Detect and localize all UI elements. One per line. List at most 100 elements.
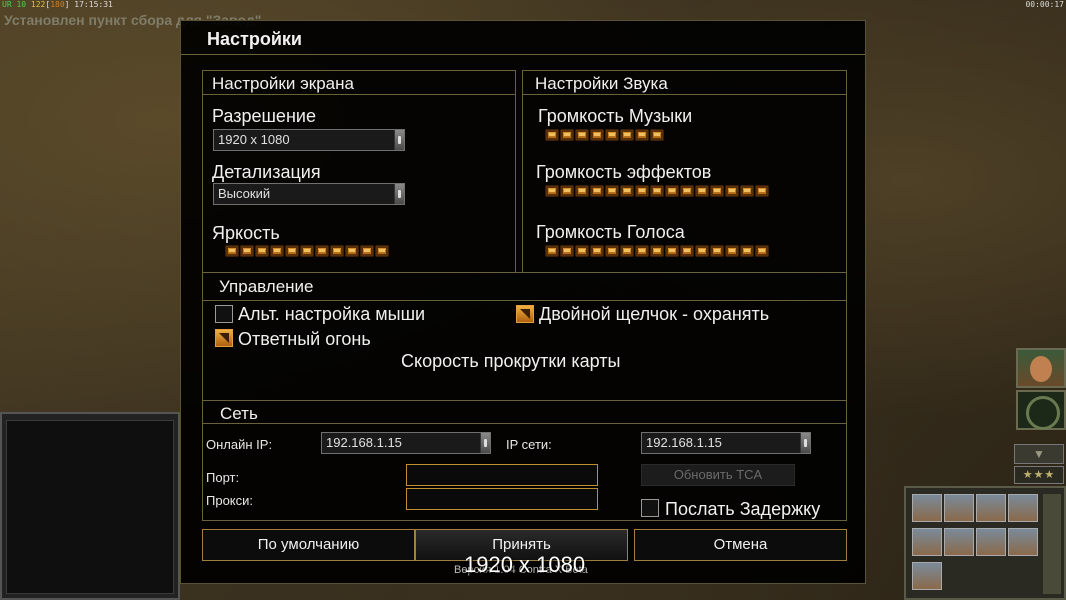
slider-segment[interactable] (545, 185, 559, 197)
slider-segment[interactable] (575, 245, 589, 257)
voice-volume-slider[interactable] (545, 245, 769, 259)
slider-segment[interactable] (635, 245, 649, 257)
slider-segment[interactable] (360, 245, 374, 257)
send-delay-checkbox[interactable] (641, 499, 659, 517)
slider-segment[interactable] (315, 245, 329, 257)
slider-segment[interactable] (345, 245, 359, 257)
unit-portrait[interactable] (944, 494, 974, 522)
slider-segment[interactable] (225, 245, 239, 257)
slider-segment[interactable] (725, 185, 739, 197)
unit-portrait[interactable] (912, 562, 942, 590)
slider-segment[interactable] (605, 185, 619, 197)
unit-portrait[interactable] (976, 528, 1006, 556)
slider-segment[interactable] (710, 245, 724, 257)
double-click-guard-checkbox[interactable] (516, 305, 534, 323)
unit-portrait[interactable] (976, 494, 1006, 522)
slider-segment[interactable] (590, 245, 604, 257)
slider-segment[interactable] (620, 245, 634, 257)
slider-segment[interactable] (665, 245, 679, 257)
radar-button[interactable] (1016, 390, 1066, 430)
divider (523, 94, 846, 95)
lan-ip-value: 192.168.1.15 (646, 435, 722, 450)
slider-segment[interactable] (710, 185, 724, 197)
game-clock: 00:00:17 (1025, 0, 1064, 9)
general-portrait[interactable] (1016, 348, 1066, 388)
slider-segment[interactable] (560, 245, 574, 257)
slider-segment[interactable] (635, 129, 649, 141)
slider-segment[interactable] (285, 245, 299, 257)
slider-segment[interactable] (650, 245, 664, 257)
slider-segment[interactable] (740, 245, 754, 257)
brightness-slider[interactable] (225, 245, 389, 259)
resolution-overlay: 1920 x 1080 (464, 552, 586, 577)
slider-segment[interactable] (545, 129, 559, 141)
unit-portrait[interactable] (912, 528, 942, 556)
slider-segment[interactable] (755, 245, 769, 257)
slider-segment[interactable] (270, 245, 284, 257)
defaults-button[interactable]: По умолчанию (202, 529, 415, 561)
effects-volume-slider[interactable] (545, 185, 769, 199)
detail-select[interactable]: Высокий (213, 183, 405, 205)
slider-segment[interactable] (740, 185, 754, 197)
alt-mouse-checkbox[interactable] (215, 305, 233, 323)
slider-segment[interactable] (330, 245, 344, 257)
slider-segment[interactable] (575, 129, 589, 141)
slider-segment[interactable] (635, 185, 649, 197)
slider-segment[interactable] (300, 245, 314, 257)
divider (203, 423, 846, 424)
unit-portrait[interactable] (1008, 494, 1038, 522)
slider-segment[interactable] (575, 185, 589, 197)
online-ip-select[interactable]: 192.168.1.15 (321, 432, 491, 454)
slider-segment[interactable] (695, 185, 709, 197)
slider-segment[interactable] (650, 129, 664, 141)
scroll-arrow-icon[interactable] (480, 433, 490, 453)
top-status-bar: UR 10 122[180] 17:15:31 00:00:17 (0, 0, 1066, 10)
slider-segment[interactable] (650, 185, 664, 197)
rank-stars: ★★★ (1014, 466, 1064, 484)
system-time: 17:15:31 (74, 0, 113, 9)
slider-segment[interactable] (620, 185, 634, 197)
unit-selection-panel[interactable] (904, 486, 1066, 600)
slider-segment[interactable] (375, 245, 389, 257)
slider-segment[interactable] (620, 129, 634, 141)
slider-segment[interactable] (605, 129, 619, 141)
brightness-label: Яркость (212, 223, 280, 243)
lan-ip-select[interactable]: 192.168.1.15 (641, 432, 811, 454)
slider-segment[interactable] (665, 185, 679, 197)
scroll-arrow-icon[interactable] (394, 184, 404, 204)
slider-segment[interactable] (240, 245, 254, 257)
slider-segment[interactable] (680, 185, 694, 197)
online-ip-label: Онлайн IP: (206, 437, 273, 452)
slider-segment[interactable] (255, 245, 269, 257)
slider-segment[interactable] (605, 245, 619, 257)
slider-segment[interactable] (590, 185, 604, 197)
proxy-input[interactable] (406, 488, 598, 510)
return-fire-checkbox[interactable] (215, 329, 233, 347)
slider-segment[interactable] (560, 129, 574, 141)
resource-stats: UR 10 122[180] 17:15:31 (2, 0, 113, 9)
unit-portrait[interactable] (912, 494, 942, 522)
music-volume-slider[interactable] (545, 129, 664, 143)
slider-segment[interactable] (545, 245, 559, 257)
cancel-button[interactable]: Отмена (634, 529, 847, 561)
sound-settings-title: Настройки Звука (535, 74, 668, 93)
port-label: Порт: (206, 470, 240, 485)
screen-settings-title: Настройки экрана (212, 74, 354, 93)
slider-segment[interactable] (560, 185, 574, 197)
update-tca-button[interactable]: Обновить TCA (641, 464, 795, 486)
unit-portrait[interactable] (1008, 528, 1038, 556)
scroll-arrow-icon[interactable] (394, 130, 404, 150)
slider-segment[interactable] (725, 245, 739, 257)
resolution-select[interactable]: 1920 x 1080 (213, 129, 405, 151)
port-input[interactable] (406, 464, 598, 486)
slider-segment[interactable] (590, 129, 604, 141)
slider-segment[interactable] (695, 245, 709, 257)
music-volume-label: Громкость Музыки (538, 106, 693, 126)
detail-value: Высокий (218, 186, 271, 201)
command-panel (0, 412, 180, 600)
unit-portrait[interactable] (944, 528, 974, 556)
chevron-down-icon[interactable]: ▼ (1014, 444, 1064, 464)
slider-segment[interactable] (755, 185, 769, 197)
slider-segment[interactable] (680, 245, 694, 257)
scroll-arrow-icon[interactable] (800, 433, 810, 453)
